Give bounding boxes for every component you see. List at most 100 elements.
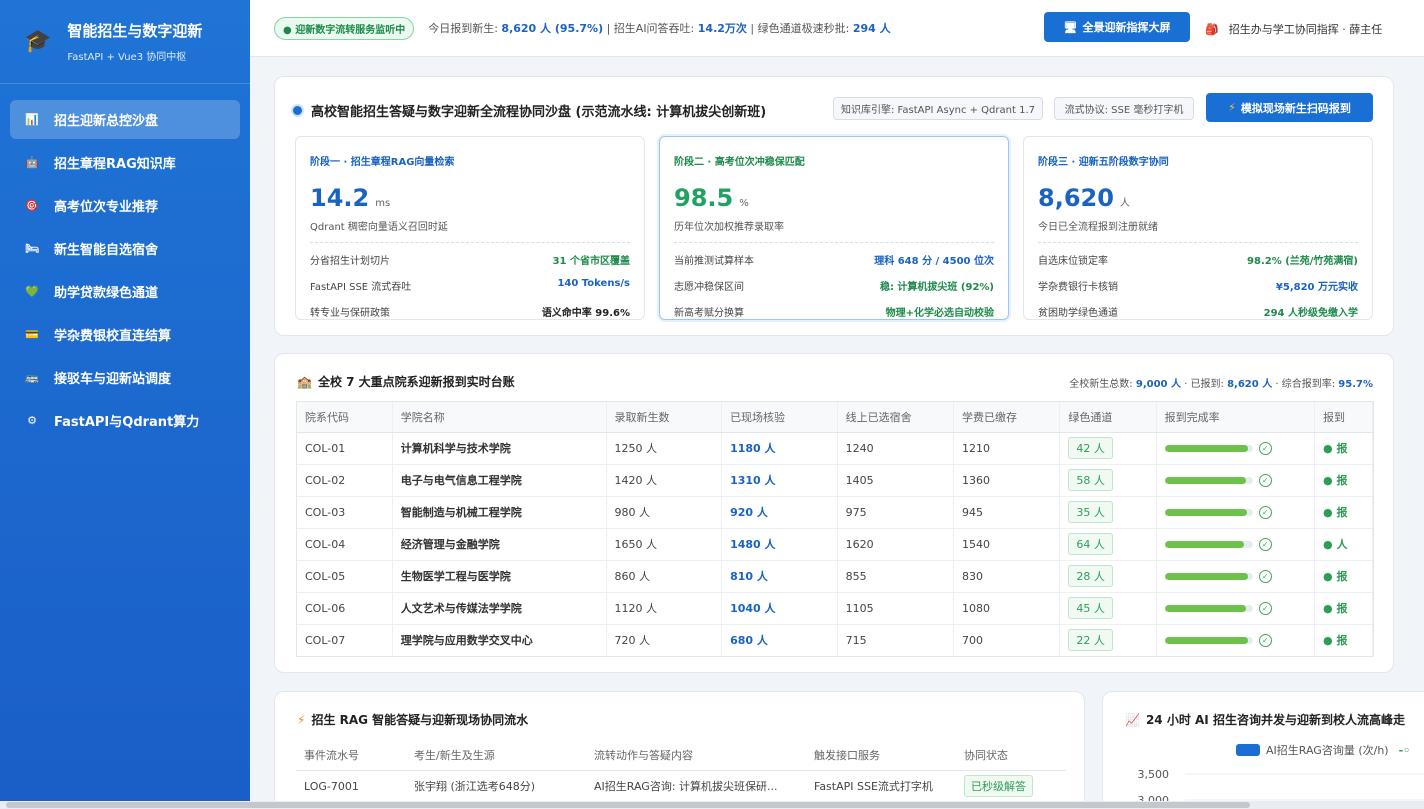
admitted-count: 860 人 xyxy=(606,560,723,593)
col-header[interactable]: 已现场核验 xyxy=(721,402,838,433)
log-who: 张宇翔 (浙江选考648分) xyxy=(406,770,586,803)
sidebar-item-label: 助学贷款绿色通道 xyxy=(54,286,159,301)
progress-fill xyxy=(1164,604,1247,612)
sidebar-item-label: 接驳车与迎新站调度 xyxy=(54,372,172,387)
admitted-count: 1120 人 xyxy=(606,592,723,625)
progress-bar xyxy=(1164,444,1253,452)
status-dot-icon xyxy=(293,106,302,115)
col-header[interactable]: 报到 xyxy=(1314,402,1373,433)
row-key: FastAPI SSE 流式吞吐 xyxy=(310,282,412,293)
col-header[interactable]: 院系代码 xyxy=(297,402,393,433)
bus-icon: 🚌 xyxy=(25,371,39,384)
stage-card-2[interactable]: 阶段二 · 高考位次冲稳保匹配 98.5% 历年位次加权推荐录取率 当前推测试算… xyxy=(659,136,1009,320)
green-channel-cell: 45 人 xyxy=(1059,592,1157,625)
verified-count: 810 人 xyxy=(721,560,838,593)
dept-code: COL-04 xyxy=(297,528,393,561)
row-value: 物理+化学必选自动校验 xyxy=(885,308,994,319)
verified-count: 1310 人 xyxy=(721,464,838,497)
sidebar-item-label: 招生迎新总控沙盘 xyxy=(54,114,159,129)
sidebar-item-compute[interactable]: ⚙ FastAPI与Qdrant算力 xyxy=(10,401,240,440)
table-row[interactable]: COL-05 生物医学工程与医学院 860 人 810 人 855 830 28 人 ✓ ● 报 xyxy=(297,560,1373,593)
col-header: 流转动作与答疑内容 xyxy=(586,740,806,771)
stage-row: 志愿冲稳保区间 稳: 计算机拔尖班 (92%) xyxy=(674,278,994,293)
log-table: 事件流水号 考生/新生及生源 流转动作与答疑内容 触发接口服务 协同状态 LOG… xyxy=(296,740,1066,803)
check-circle-icon: ✓ xyxy=(1258,505,1272,519)
sandbox-header: 高校智能招生答疑与数字迎新全流程协同沙盘 (示范流水线: 计算机拔尖创新班) xyxy=(293,101,766,120)
row-key: 学杂费银行卡核销 xyxy=(1038,282,1118,293)
stage-value: 8,620 人 xyxy=(1038,184,1358,212)
table-row[interactable]: COL-04 经济管理与金融学院 1650 人 1480 人 1620 1540 64 人 ✓… xyxy=(297,528,1373,561)
row-value: 98.2% (兰苑/竹苑满宿) xyxy=(1247,256,1358,267)
status-cell: ● 报 xyxy=(1314,464,1373,497)
fee-count: 1360 xyxy=(953,464,1061,497)
lightning-icon: ⚡ xyxy=(1228,101,1236,114)
col-header[interactable]: 录取新生数 xyxy=(606,402,723,433)
dept-code: COL-01 xyxy=(297,432,393,465)
monitor-icon: 🖥 xyxy=(1063,20,1078,34)
fee-count: 1540 xyxy=(953,528,1061,561)
col-header[interactable]: 绿色通道 xyxy=(1059,402,1157,433)
stat-ai-throughput: 14.2万次 xyxy=(697,22,747,35)
stage-row: 分省招生计划切片 31 个省市区覆盖 xyxy=(310,252,630,267)
top-stats: 今日报到新生: 8,620 人 (95.7%) | 招生AI问答吞吐: 14.2… xyxy=(428,20,890,36)
lightning-icon: ⚡ xyxy=(297,713,306,727)
verified-count: 1040 人 xyxy=(721,592,838,625)
department-ledger-card: 🏫 全校 7 大重点院系迎新报到实时台账 全校新生总数: 9,000 人 · 已报… xyxy=(274,353,1394,673)
table-row[interactable]: COL-02 电子与电气信息工程学院 1420 人 1310 人 1405 1360 58 … xyxy=(297,464,1373,497)
sidebar-item-dashboard[interactable]: 📊 招生迎新总控沙盘 xyxy=(10,100,240,139)
progress-fill xyxy=(1164,540,1244,548)
stage-row: 转专业与保研政策 语义命中率 99.6% xyxy=(310,304,630,319)
summary-total: 9,000 人 xyxy=(1135,379,1181,390)
status-cell: ● 报 xyxy=(1314,496,1373,529)
status-badge: 已秒级解答 xyxy=(964,775,1033,797)
user-info[interactable]: 🎒 招生办与学工协同指挥 · 薛主任 xyxy=(1205,21,1382,37)
stat-label: | 绿色通道极速秒批: xyxy=(746,22,853,35)
summary-label: · 综合报到率: xyxy=(1272,379,1339,390)
fee-count: 830 xyxy=(953,560,1061,593)
log-status-cell: 已秒级解答 xyxy=(956,770,1066,803)
green-channel-badge: 64 人 xyxy=(1068,533,1113,555)
green-channel-badge: 58 人 xyxy=(1068,469,1113,491)
log-action: AI招生RAG咨询: 计算机拔尖班保研... xyxy=(586,770,806,803)
table-row[interactable]: COL-07 理学院与应用数学交叉中心 720 人 680 人 715 700 22 人 ✓ ●… xyxy=(297,624,1373,656)
table-row[interactable]: COL-06 人文艺术与传媒法学学院 1120 人 1040 人 1105 1080 45 … xyxy=(297,592,1373,625)
col-header[interactable]: 学费已缴存 xyxy=(953,402,1061,433)
brand: 🎓 智能招生与数字迎新 FastAPI + Vue3 协同中枢 xyxy=(0,0,250,84)
target-icon: 🎯 xyxy=(25,199,39,212)
table-row[interactable]: COL-03 智能制造与机械工程学院 980 人 920 人 975 945 35 人 ✓ ● … xyxy=(297,496,1373,529)
col-header[interactable]: 线上已选宿舍 xyxy=(837,402,955,433)
divider xyxy=(310,242,630,243)
horizontal-scrollbar[interactable] xyxy=(0,801,1424,809)
col-header: 事件流水号 xyxy=(296,740,406,771)
sidebar-item-green-channel[interactable]: 💚 助学贷款绿色通道 xyxy=(10,272,240,311)
green-channel-cell: 35 人 xyxy=(1059,496,1157,529)
progress-fill xyxy=(1164,572,1248,580)
row-key: 分省招生计划切片 xyxy=(310,256,390,267)
chart-icon: 📊 xyxy=(25,113,39,126)
dept-name: 人文艺术与传媒法学学院 xyxy=(392,592,607,625)
sidebar-item-major-recommend[interactable]: 🎯 高考位次专业推荐 xyxy=(10,186,240,225)
simulate-scan-button[interactable]: ⚡ 模拟现场新生扫码报到 xyxy=(1206,93,1373,122)
ledger-table-container[interactable]: 院系代码 学院名称 录取新生数 已现场核验 线上已选宿舍 学费已缴存 绿色通道 … xyxy=(296,401,1374,657)
table-row[interactable]: LOG-7001 张宇翔 (浙江选考648分) AI招生RAG咨询: 计算机拔尖… xyxy=(296,770,1066,803)
sidebar-item-rag-kb[interactable]: 🤖 招生章程RAG知识库 xyxy=(10,143,240,182)
col-header[interactable]: 学院名称 xyxy=(392,402,607,433)
stage-row: 自选床位锁定率 98.2% (兰苑/竹苑满宿) xyxy=(1038,252,1358,267)
row-key: 当前推测试算样本 xyxy=(674,256,754,267)
table-row[interactable]: COL-01 计算机科学与技术学院 1250 人 1180 人 1240 1210 42 人… xyxy=(297,432,1373,465)
command-screen-button[interactable]: 🖥 全景迎新指挥大屏 xyxy=(1044,12,1190,42)
credit-card-icon: 💳 xyxy=(25,328,39,341)
sidebar-item-shuttle[interactable]: 🚌 接驳车与迎新站调度 xyxy=(10,358,240,397)
fee-count: 945 xyxy=(953,496,1061,529)
sidebar-item-tuition[interactable]: 💳 学杂费银校直连结算 xyxy=(10,315,240,354)
dept-code: COL-05 xyxy=(297,560,393,593)
sidebar-item-dorm[interactable]: 🛏 新生智能自选宿舍 xyxy=(10,229,240,268)
progress-bar xyxy=(1164,508,1253,516)
status-cell: ● 报 xyxy=(1314,624,1373,656)
col-header[interactable]: 报到完成率 xyxy=(1156,402,1316,433)
stage-title: 阶段二 · 高考位次冲稳保匹配 xyxy=(674,157,805,168)
user-label: 招生办与学工协同指挥 · 薛主任 xyxy=(1228,23,1383,36)
progress-bar xyxy=(1164,604,1253,612)
scrollbar-thumb[interactable] xyxy=(6,802,1250,808)
school-icon: 🏫 xyxy=(297,375,312,389)
